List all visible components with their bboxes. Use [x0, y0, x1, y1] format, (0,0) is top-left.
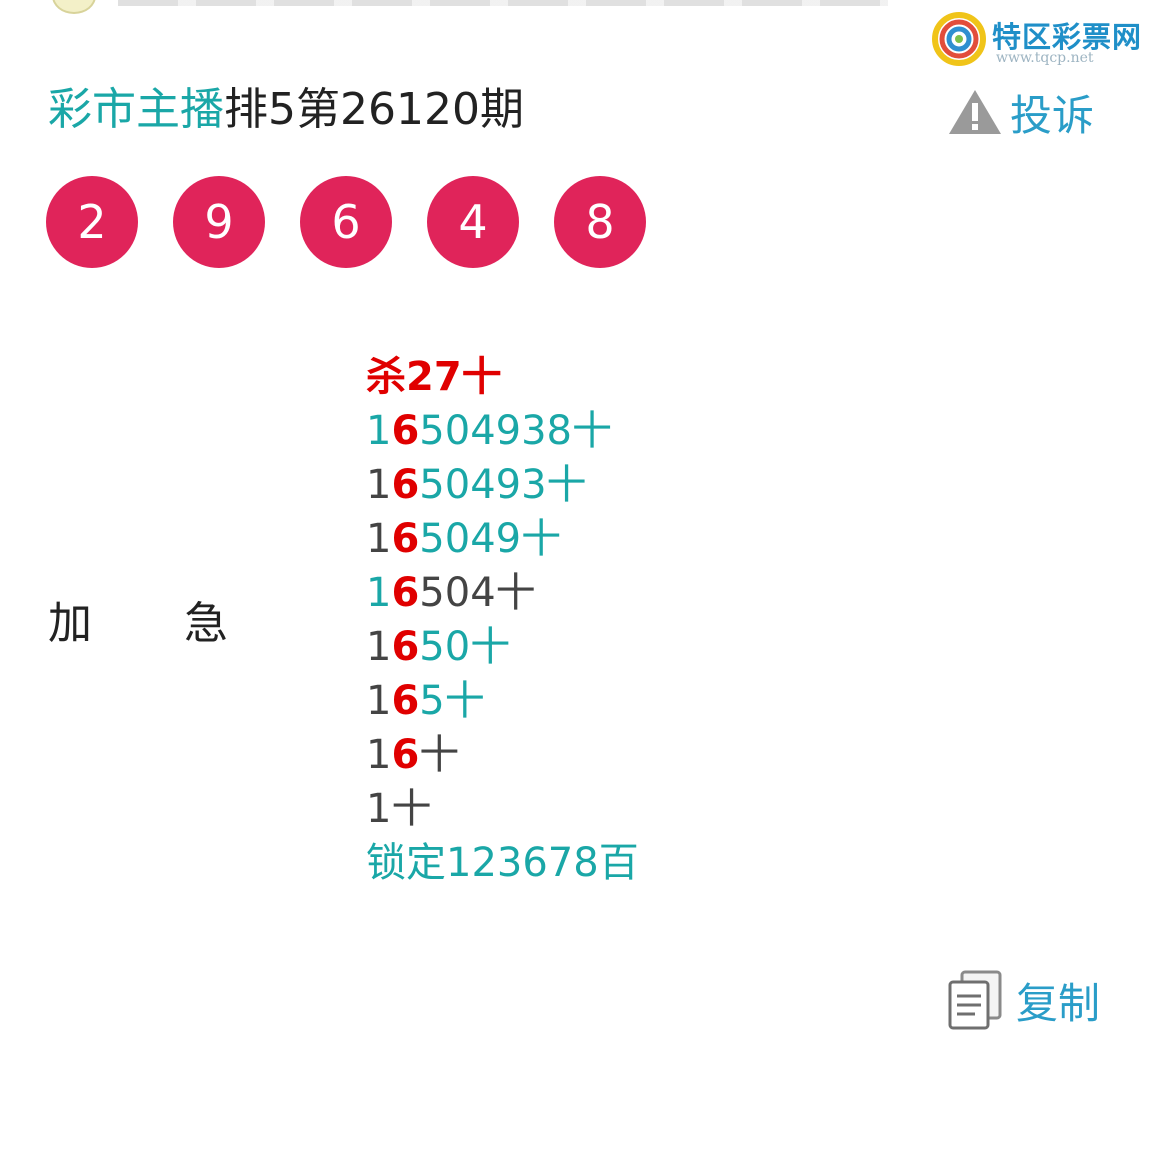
- top-cropped-strip: [0, 0, 900, 14]
- title-host: 彩市主播: [48, 84, 224, 135]
- prediction-digit: 1: [366, 462, 392, 508]
- spiral-logo-icon: [932, 12, 986, 66]
- prediction-rest: 50十: [419, 624, 511, 670]
- number-ball: 6: [300, 176, 392, 268]
- number-ball: 2: [46, 176, 138, 268]
- prediction-digit: 1: [366, 732, 392, 778]
- prediction-highlight-digit: 6: [391, 462, 420, 508]
- prediction-rest: 504十: [419, 570, 536, 616]
- prediction-digit: 1: [366, 624, 392, 670]
- site-watermark-logo: 特区彩票网 www.tqcp.net: [932, 10, 1142, 70]
- prediction-digit: 1: [366, 678, 392, 724]
- prediction-highlight-digit: 6: [391, 408, 420, 454]
- prediction-highlight-digit: 6: [391, 678, 420, 724]
- number-ball: 4: [427, 176, 519, 268]
- prediction-line: 16504938十: [366, 404, 639, 458]
- prediction-line: 1650493十: [366, 458, 639, 512]
- complain-label: 投诉: [1010, 90, 1095, 140]
- prediction-line: 165十: [366, 674, 639, 728]
- number-ball: 9: [173, 176, 265, 268]
- kill-line: 杀27十: [366, 354, 502, 400]
- draw-number-balls: 2 9 6 4 8: [46, 176, 681, 268]
- prediction-highlight-digit: 6: [391, 624, 420, 670]
- prediction-line: 1650十: [366, 620, 639, 674]
- prediction-rest: 5049十: [419, 516, 562, 562]
- title-issue: 排5第26120期: [224, 84, 524, 135]
- prediction-line: 16504十: [366, 566, 639, 620]
- logo-url: www.tqcp.net: [996, 50, 1094, 66]
- prediction-list: 杀27十 16504938十 1650493十 165049十 16504十 1…: [366, 350, 639, 890]
- prediction-highlight-digit: 6: [391, 570, 420, 616]
- page-title: 彩市主播排5第26120期: [48, 80, 524, 140]
- prediction-rest: 504938十: [419, 408, 612, 454]
- avatar-fragment: [52, 0, 96, 14]
- warning-triangle-icon: [949, 90, 1001, 134]
- lock-line: 锁定123678百: [366, 840, 639, 886]
- prediction-digit: 1: [366, 408, 392, 454]
- prediction-digit: 1: [366, 516, 392, 562]
- copy-label: 复制: [1016, 978, 1101, 1028]
- prediction-highlight-digit: 6: [391, 516, 420, 562]
- number-ball: 8: [554, 176, 646, 268]
- prediction-line: 16十: [366, 728, 639, 782]
- tag-label-right: 急: [184, 598, 228, 649]
- prediction-line: 165049十: [366, 512, 639, 566]
- prediction-line-last: 1十: [366, 786, 432, 832]
- prediction-digit: 1: [366, 570, 392, 616]
- prediction-rest: 5十: [419, 678, 485, 724]
- copy-button[interactable]: 复制: [946, 968, 1100, 1032]
- prediction-rest: 50493十: [419, 462, 587, 508]
- prediction-highlight-digit: 6: [391, 732, 420, 778]
- prediction-rest: 十: [419, 732, 460, 778]
- complain-button[interactable]: 投诉: [946, 84, 1094, 140]
- tag-label-left: 加: [48, 598, 92, 649]
- cropped-text-fragment: [118, 0, 888, 6]
- copy-document-icon: [948, 970, 1002, 1030]
